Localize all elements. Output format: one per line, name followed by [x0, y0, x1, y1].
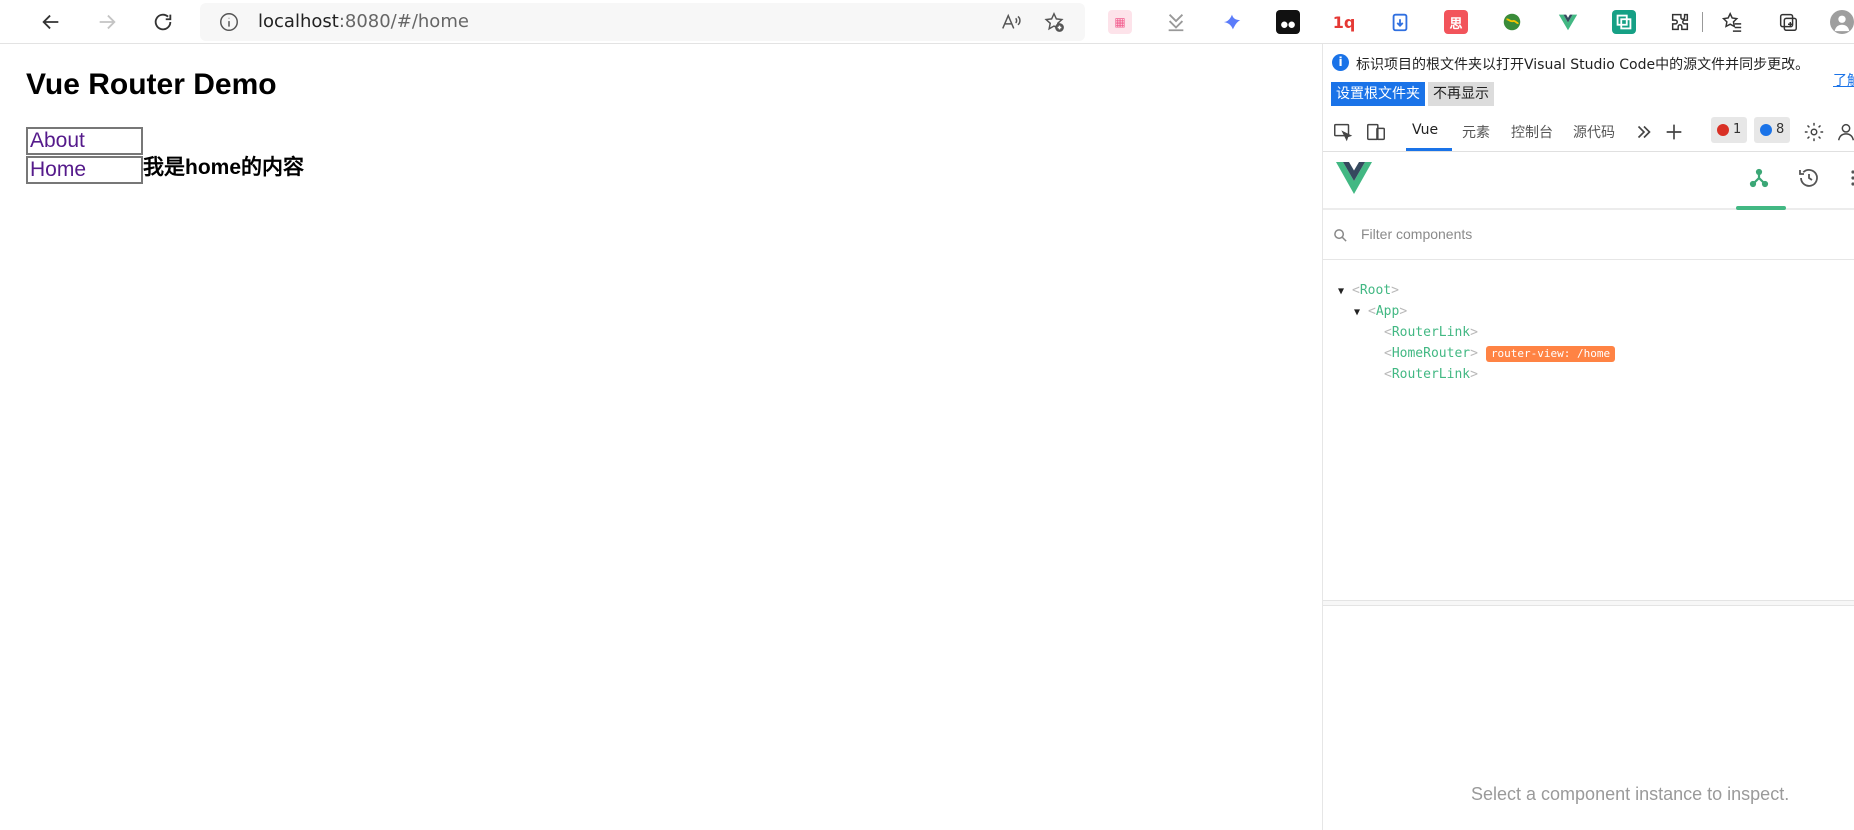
devtools-tab-bar: Vue 元素 控制台 源代码 1 8 — [1323, 110, 1854, 152]
tab-elements[interactable]: 元素 — [1462, 122, 1490, 142]
error-count: 1 — [1733, 122, 1742, 137]
filter-components-input[interactable]: Filter components — [1323, 212, 1854, 260]
screen: localhost:8080/#/home ▦ 1q 思 Vue Router … — [0, 0, 1854, 830]
refresh-icon — [154, 13, 172, 31]
tree-node-root[interactable]: ▼ <Root> — [1338, 281, 1399, 301]
error-icon — [1717, 124, 1729, 136]
tab-console[interactable]: 控制台 — [1511, 122, 1553, 142]
expand-arrow-icon[interactable]: ▼ — [1338, 282, 1352, 302]
components-tab-icon[interactable] — [1747, 166, 1771, 190]
toolbar-separator — [1702, 12, 1703, 32]
more-tabs-icon[interactable] — [1633, 121, 1655, 143]
more-options-icon[interactable] — [1847, 166, 1854, 190]
url-text[interactable]: localhost:8080/#/home — [258, 11, 469, 32]
site-info-icon[interactable] — [218, 11, 240, 33]
tree-node-routerlink[interactable]: <RouterLink> — [1384, 323, 1478, 343]
component-name: RouterLink — [1391, 325, 1471, 340]
url-path: :8080/#/home — [338, 11, 469, 32]
pane-resize-handle[interactable] — [1323, 600, 1854, 606]
vue-devtools-header — [1323, 152, 1854, 210]
tab-vue[interactable]: Vue — [1412, 122, 1438, 138]
route-badge: router-view: /home — [1485, 345, 1616, 362]
read-aloud-icon[interactable] — [1000, 11, 1022, 33]
collections-icon[interactable] — [1776, 10, 1800, 34]
back-button[interactable] — [34, 5, 68, 39]
url-host: localhost — [258, 11, 339, 32]
extensions-icon[interactable] — [1668, 10, 1692, 34]
expand-arrow-icon[interactable]: ▼ — [1354, 303, 1368, 323]
add-tab-icon[interactable] — [1663, 121, 1685, 143]
inspect-element-icon[interactable] — [1332, 121, 1354, 143]
vue-devtools-extension-icon[interactable] — [1556, 10, 1580, 34]
browser-toolbar: localhost:8080/#/home ▦ 1q 思 — [0, 0, 1854, 44]
message-count-badge[interactable]: 8 — [1754, 117, 1791, 143]
settings-gear-icon[interactable] — [1803, 121, 1825, 143]
message-icon — [1760, 124, 1772, 136]
search-icon — [1334, 229, 1347, 242]
forward-button[interactable] — [90, 5, 124, 39]
address-bar[interactable]: localhost:8080/#/home — [200, 3, 1085, 41]
tree-node-app[interactable]: ▼ <App> — [1354, 302, 1407, 322]
set-root-folder-button[interactable]: 设置根文件夹 — [1331, 82, 1425, 106]
dont-show-again-button[interactable]: 不再显示 — [1428, 82, 1494, 106]
component-name: RouterLink — [1391, 367, 1471, 382]
timeline-tab-icon[interactable] — [1797, 166, 1821, 190]
profile-icon[interactable] — [1835, 121, 1854, 143]
bird-extension-icon[interactable] — [1220, 10, 1244, 34]
profile-avatar-icon[interactable] — [1830, 10, 1854, 34]
note-extension-icon[interactable]: 思 — [1444, 10, 1468, 34]
workspace-notice: i 标识项目的根文件夹以打开Visual Studio Code中的源文件并同步… — [1323, 44, 1854, 110]
back-arrow-icon — [42, 14, 59, 30]
filter-placeholder: Filter components — [1361, 226, 1473, 242]
component-name: Root — [1359, 283, 1392, 298]
bilibili-extension-icon[interactable]: ▦ — [1108, 10, 1132, 34]
tab-sources[interactable]: 源代码 — [1573, 122, 1615, 142]
active-tab-indicator — [1406, 148, 1452, 151]
page-title: Vue Router Demo — [26, 68, 277, 101]
home-content-text: 我是home的内容 — [143, 156, 305, 179]
home-link[interactable]: Home — [26, 156, 143, 184]
devtools-panel: i 标识项目的根文件夹以打开Visual Studio Code中的源文件并同步… — [1322, 44, 1854, 830]
components-tab-indicator — [1736, 206, 1786, 210]
tree-node-routerlink[interactable]: <RouterLink> — [1384, 365, 1478, 385]
vue-logo-icon — [1336, 162, 1372, 194]
clipboard-extension-icon[interactable] — [1388, 10, 1412, 34]
tampermonkey-extension-icon[interactable] — [1276, 10, 1300, 34]
globe-extension-icon[interactable] — [1500, 10, 1524, 34]
forward-arrow-icon — [99, 14, 116, 30]
translate-extension-icon[interactable] — [1612, 10, 1636, 34]
info-icon: i — [1332, 54, 1349, 71]
inspect-empty-message: Select a component instance to inspect. — [1471, 784, 1790, 804]
message-count: 8 — [1776, 122, 1785, 137]
component-name: HomeRouter — [1391, 346, 1471, 361]
about-link[interactable]: About — [26, 127, 143, 155]
add-favorite-icon[interactable] — [1043, 11, 1065, 33]
download-extension-icon[interactable] — [1164, 10, 1188, 34]
tree-node-homerouter[interactable]: <HomeRouter> router-view: /home — [1384, 344, 1616, 364]
learn-more-link[interactable]: 了解 — [1833, 70, 1854, 90]
favorites-icon[interactable] — [1720, 10, 1744, 34]
component-name: App — [1375, 304, 1400, 319]
page-content: Vue Router Demo About Home 我是home的内容 — [0, 46, 1322, 830]
refresh-button[interactable] — [146, 5, 180, 39]
1q-extension-icon[interactable]: 1q — [1332, 10, 1356, 34]
error-count-badge[interactable]: 1 — [1711, 117, 1748, 143]
device-emulation-icon[interactable] — [1365, 121, 1387, 143]
notice-text: 标识项目的根文件夹以打开Visual Studio Code中的源文件并同步更改… — [1356, 57, 1810, 73]
